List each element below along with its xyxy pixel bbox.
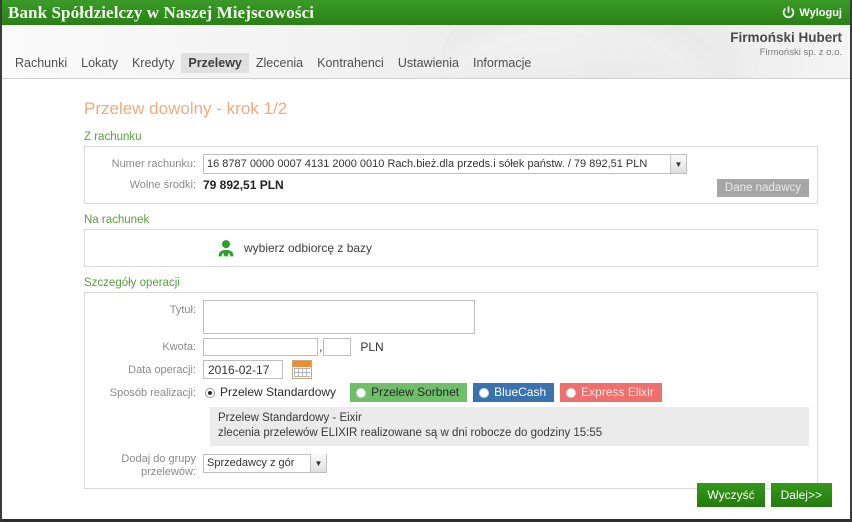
method-label-bluecash: BlueCash: [494, 385, 547, 399]
method-label-sorbnet: Przelew Sorbnet: [371, 385, 460, 399]
nav-item-kontrahenci[interactable]: Kontrahenci: [310, 53, 391, 73]
group-label-line2: przelewów:: [140, 466, 196, 478]
method-description: Przelew Standardowy - Eixir zlecenia prz…: [210, 407, 809, 446]
user-name: Firmoński Hubert: [730, 30, 842, 45]
method-option-express-elixir[interactable]: Express Elixir: [560, 383, 662, 402]
application-window: Bank Spółdzielczy w Naszej Miejscowości …: [0, 0, 852, 522]
clear-button[interactable]: Wyczyść: [697, 483, 765, 507]
free-funds-label: Wolne środki:: [129, 179, 196, 191]
date-label: Data operacji:: [128, 363, 196, 376]
main-content: Przelew dowolny - krok 1/2 Z rachunku Nu…: [2, 79, 850, 519]
method-description-line2: zlecenia przelewów ELIXIR realizowane są…: [218, 427, 603, 439]
currency-label: PLN: [360, 340, 384, 354]
radio-sorbnet[interactable]: [356, 387, 367, 398]
page-title: Przelew dowolny - krok 1/2: [84, 99, 288, 118]
section-label-details: Szczegóły operacji: [84, 277, 180, 289]
title-label: Tytuł:: [169, 304, 196, 316]
section-label-from-account: Z rachunku: [84, 131, 142, 143]
account-number-row: Numer rachunku: 16 8787 0000 0007 4131 2…: [93, 154, 809, 174]
radio-bluecash[interactable]: [479, 387, 490, 398]
person-icon: [218, 239, 234, 256]
to-account-panel: wybierz odbiorcę z bazy: [84, 229, 818, 267]
amount-row: Kwota: , PLN: [93, 338, 809, 356]
footer-actions: Wyczyść Dalej>>: [697, 483, 832, 507]
amount-integer-input[interactable]: [203, 338, 318, 356]
pick-recipient-label: wybierz odbiorcę z bazy: [244, 241, 373, 255]
free-funds-value: 79 892,51 PLN: [203, 178, 284, 192]
amount-label: Kwota:: [162, 341, 196, 353]
method-label: Sposób realizacji:: [109, 386, 196, 399]
nav-item-lokaty[interactable]: Lokaty: [74, 53, 125, 73]
user-info: Firmoński Hubert Firmoński sp. z o.o.: [730, 29, 842, 60]
power-icon: [783, 6, 795, 19]
transfer-method-group: Przelew Standardowy Przelew Sorbnet Blue…: [203, 383, 662, 402]
group-select-wrapper: Sprzedawcy z gór ▼: [203, 453, 327, 473]
bank-name: Bank Spółdzielczy w Naszej Miejscowości: [8, 2, 315, 22]
section-label-to-account: Na rachunek: [84, 214, 150, 226]
date-input[interactable]: [203, 360, 283, 379]
group-row: Dodaj do grupy przelewów: Sprzedawcy z g…: [93, 453, 809, 479]
operation-details-panel: Tytuł: Kwota: , PLN Data operacji: Spos: [84, 292, 818, 489]
date-row: Data operacji:: [93, 360, 809, 379]
nav-item-informacje[interactable]: Informacje: [466, 53, 538, 73]
header-band: Firmoński Hubert Firmoński sp. z o.o. Ra…: [2, 25, 850, 79]
nav-item-ustawienia[interactable]: Ustawienia: [391, 53, 466, 73]
method-row: Sposób realizacji: Przelew Standardowy P…: [93, 383, 809, 402]
free-funds-row: Wolne środki: 79 892,51 PLN: [93, 178, 809, 192]
method-label-standardowy: Przelew Standardowy: [220, 385, 337, 399]
pick-recipient-link[interactable]: wybierz odbiorcę z bazy: [215, 238, 372, 259]
main-navigation: Rachunki Lokaty Kredyty Przelewy Zleceni…: [8, 53, 538, 73]
group-label: Dodaj do grupy przelewów:: [93, 453, 203, 479]
method-option-sorbnet[interactable]: Przelew Sorbnet: [350, 383, 468, 402]
account-number-select[interactable]: 16 8787 0000 0007 4131 2000 0010 Rach.bi…: [203, 154, 687, 174]
title-input[interactable]: [203, 300, 475, 334]
logout-label: Wyloguj: [799, 6, 842, 19]
radio-express-elixir[interactable]: [566, 387, 577, 398]
top-bar: Bank Spółdzielczy w Naszej Miejscowości …: [2, 0, 850, 25]
nav-item-rachunki[interactable]: Rachunki: [8, 53, 74, 73]
logout-button[interactable]: Wyloguj: [782, 6, 842, 19]
calendar-icon[interactable]: [292, 360, 312, 379]
title-row: Tytuł:: [93, 300, 809, 334]
sender-data-button[interactable]: Dane nadawcy: [716, 179, 809, 197]
from-account-panel: Numer rachunku: 16 8787 0000 0007 4131 2…: [84, 146, 818, 204]
radio-standardowy[interactable]: [205, 387, 215, 398]
nav-item-kredyty[interactable]: Kredyty: [125, 53, 181, 73]
group-label-line1: Dodaj do grupy: [121, 453, 196, 465]
nav-item-przelewy[interactable]: Przelewy: [181, 53, 249, 73]
group-select[interactable]: Sprzedawcy z gór: [203, 453, 327, 473]
method-description-wrapper: Przelew Standardowy - Eixir zlecenia prz…: [210, 407, 809, 446]
method-label-express-elixir: Express Elixir: [581, 385, 654, 399]
nav-item-zlecenia[interactable]: Zlecenia: [249, 53, 310, 73]
calendar-icon-grid: [294, 368, 310, 377]
account-number-label: Numer rachunku:: [111, 158, 196, 170]
next-button[interactable]: Dalej>>: [770, 483, 832, 507]
user-company: Firmoński sp. z o.o.: [759, 47, 842, 58]
method-option-bluecash[interactable]: BlueCash: [473, 383, 555, 402]
method-description-line1: Przelew Standardowy - Eixir: [218, 412, 362, 424]
amount-decimal-input[interactable]: [323, 338, 352, 356]
account-select-wrapper: 16 8787 0000 0007 4131 2000 0010 Rach.bi…: [203, 154, 687, 174]
calendar-icon-header: [293, 361, 311, 367]
method-option-standardowy[interactable]: Przelew Standardowy: [203, 383, 344, 402]
